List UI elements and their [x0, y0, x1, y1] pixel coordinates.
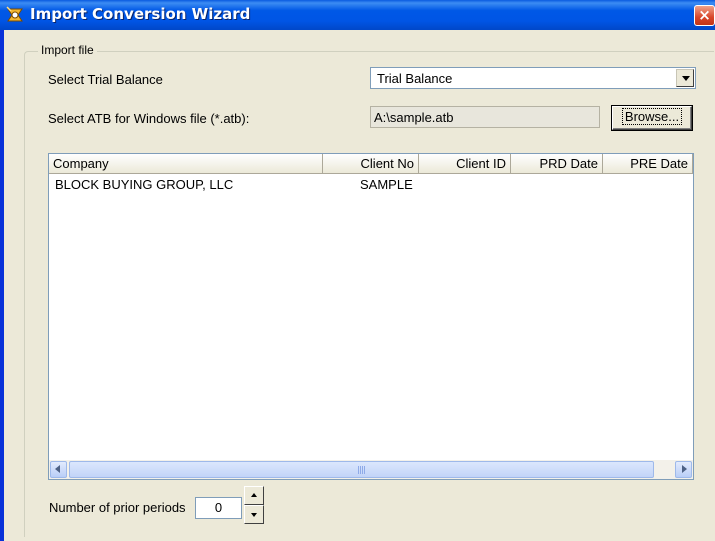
scroll-left-button[interactable]: [50, 461, 67, 478]
column-header-company[interactable]: Company: [49, 154, 323, 174]
browse-button-label: Browse...: [621, 108, 683, 125]
cell-client-no: SAMPLE: [360, 177, 413, 192]
column-header-prd-date[interactable]: PRD Date: [511, 154, 603, 174]
close-icon: ×: [698, 6, 711, 24]
title-bar[interactable]: Import Conversion Wizard ×: [0, 0, 715, 30]
browse-button[interactable]: Browse...: [612, 106, 692, 130]
horizontal-scrollbar[interactable]: [49, 460, 693, 479]
scroll-grip: [358, 466, 366, 474]
atb-file-label: Select ATB for Windows file (*.atb):: [48, 111, 250, 126]
wizard-window: Import Conversion Wizard × Import file S…: [0, 0, 715, 541]
company-list[interactable]: Company Client No Client ID PRD Date PRE…: [48, 153, 694, 480]
column-header-pre-date[interactable]: PRE Date: [603, 154, 693, 174]
trial-balance-select[interactable]: Trial Balance: [370, 67, 696, 89]
trial-balance-label: Select Trial Balance: [48, 72, 163, 87]
arrow-left-icon: [55, 465, 60, 473]
arrow-right-icon: [682, 465, 687, 473]
prior-periods-label: Number of prior periods: [49, 500, 186, 515]
import-file-legend: Import file: [38, 43, 97, 57]
spin-up-button[interactable]: [244, 486, 264, 505]
scroll-right-button[interactable]: [675, 461, 692, 478]
close-button[interactable]: ×: [694, 5, 715, 26]
spin-down-button[interactable]: [244, 505, 264, 524]
arrow-up-icon: [251, 493, 257, 497]
prior-periods-input[interactable]: 0: [195, 497, 242, 519]
prior-periods-spinner: [244, 486, 264, 524]
chevron-down-icon[interactable]: [676, 69, 694, 87]
arrow-down-icon: [251, 513, 257, 517]
atb-file-path-field[interactable]: A:\sample.atb: [370, 106, 600, 128]
window-title: Import Conversion Wizard: [30, 5, 251, 23]
wizard-app-icon: [6, 6, 23, 22]
scroll-thumb[interactable]: [69, 461, 654, 478]
table-row[interactable]: BLOCK BUYING GROUP, LLC SAMPLE: [49, 176, 693, 194]
column-header-client-no[interactable]: Client No: [323, 154, 419, 174]
trial-balance-selected-value: Trial Balance: [377, 71, 453, 86]
list-header: Company Client No Client ID PRD Date PRE…: [49, 154, 693, 174]
cell-company: BLOCK BUYING GROUP, LLC: [55, 177, 234, 192]
column-header-client-id[interactable]: Client ID: [419, 154, 511, 174]
